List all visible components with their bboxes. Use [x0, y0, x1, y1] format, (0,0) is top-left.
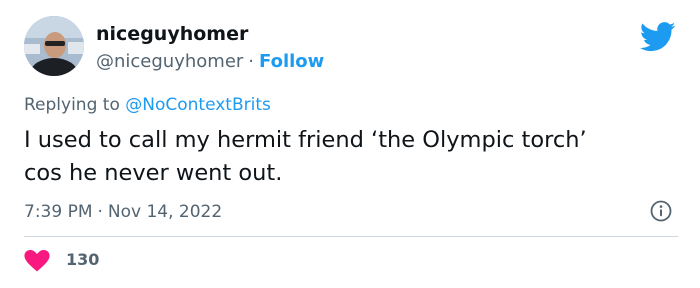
tweet-date[interactable]: Nov 14, 2022	[108, 202, 222, 222]
divider	[24, 236, 678, 237]
display-name[interactable]: niceguyhomer	[96, 22, 248, 46]
replying-to: Replying to @NoContextBrits	[24, 94, 271, 116]
user-handle[interactable]: @niceguyhomer	[96, 51, 243, 72]
heart-icon[interactable]	[24, 250, 50, 272]
follow-button[interactable]: Follow	[259, 51, 324, 72]
replying-prefix: Replying to	[24, 95, 120, 115]
avatar[interactable]	[24, 16, 84, 76]
separator-dot: ·	[248, 51, 255, 72]
tweet-text-line: cos he never went out.	[24, 160, 283, 186]
twitter-bird-icon[interactable]	[640, 22, 676, 52]
tweet-text: I used to call my hermit friend ‘the Oly…	[24, 124, 674, 190]
separator-dot: ·	[97, 202, 103, 222]
tweet-text-line: I used to call my hermit friend ‘the Oly…	[24, 127, 587, 153]
tweet-timestamp: 7:39 PM · Nov 14, 2022	[24, 200, 222, 224]
reply-mention-link[interactable]: @NoContextBrits	[125, 95, 271, 115]
tweet-card: niceguyhomer @niceguyhomer · Follow Replyi…	[0, 0, 700, 288]
avatar-photo	[24, 16, 84, 76]
info-icon[interactable]	[650, 200, 672, 222]
handle-row: @niceguyhomer · Follow	[96, 50, 324, 74]
like-count[interactable]: 130	[66, 249, 99, 271]
tweet-time[interactable]: 7:39 PM	[24, 202, 93, 222]
